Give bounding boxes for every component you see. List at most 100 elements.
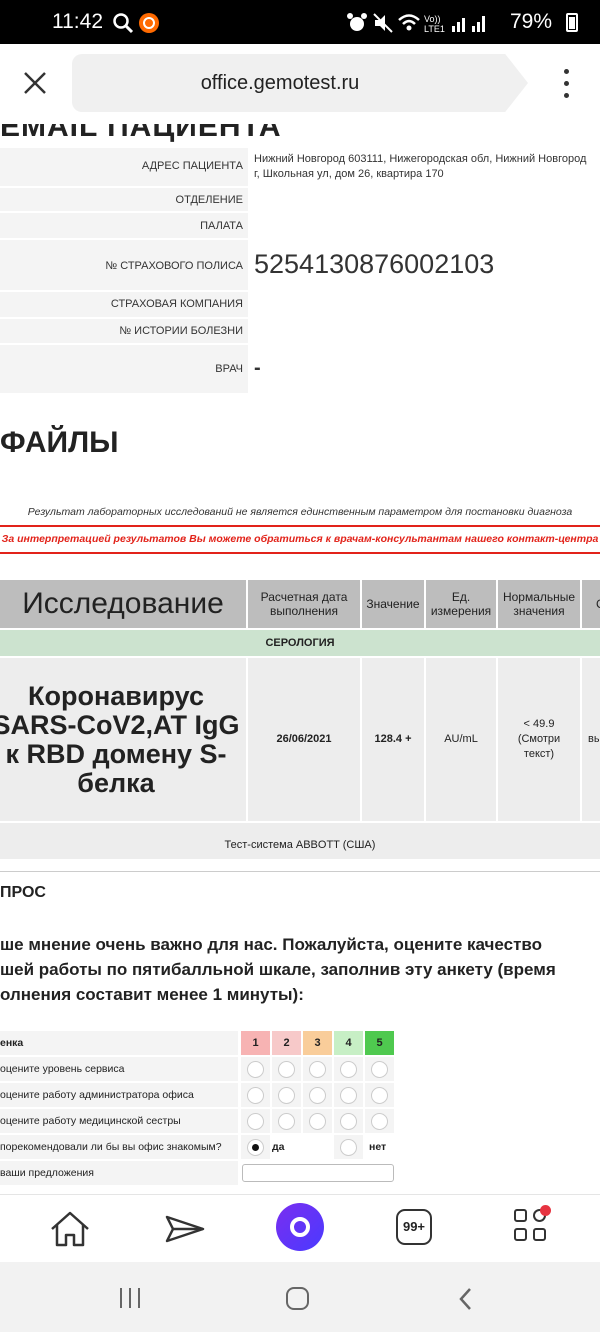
rating-radio-5[interactable] (371, 1086, 388, 1104)
suggestions-input[interactable] (242, 1164, 394, 1182)
divider (0, 871, 600, 872)
alarm-icon (347, 13, 367, 31)
close-icon (24, 72, 46, 94)
score-4-header: 4 (334, 1031, 363, 1055)
battery-icon (566, 13, 578, 32)
rating-radio-4[interactable] (340, 1060, 357, 1078)
poll-recommend-row: порекомендовали ли бы вы офис знакомым? … (0, 1135, 394, 1159)
doctor-row: ВРАЧ - (0, 345, 600, 395)
rating-radio-5[interactable] (371, 1112, 388, 1130)
home-icon[interactable] (48, 1207, 92, 1251)
poll-question-row: оцените уровень сервиса (0, 1057, 394, 1081)
search-icon (113, 13, 134, 34)
patient-address-label: АДРЕС ПАЦИЕНТА (141, 160, 243, 172)
result-value: 128.4 + (362, 658, 426, 821)
result-unit: AU/mL (426, 658, 498, 821)
col-header-norm: Нормальные значения (498, 580, 582, 628)
col-header-date: Расчетная дата выполнения (248, 580, 362, 628)
browser-bottom-nav: 99+ (0, 1194, 600, 1262)
rating-radio-1[interactable] (247, 1086, 264, 1104)
address-bar-url: office.gemotest.ru (200, 72, 360, 94)
col-header-study: Исследование (0, 580, 248, 628)
score-3-header: 3 (303, 1031, 332, 1055)
insurance-policy-row: № СТРАХОВОГО ПОЛИСА 5254130876002103 (0, 240, 600, 292)
rating-radio-3[interactable] (309, 1060, 326, 1078)
medical-history-label: № ИСТОРИИ БОЛЕЗНИ (119, 325, 243, 337)
files-heading: ФАЙЛЫ (0, 426, 119, 459)
doctor-value: - (248, 345, 600, 393)
question-admin-label: оцените работу администратора офиса (0, 1083, 238, 1107)
col-header-comment: С (582, 580, 600, 628)
poll-suggestions-row: ваши предложения (0, 1161, 394, 1185)
rating-radio-3[interactable] (309, 1086, 326, 1104)
insurance-policy-label: № СТРАХОВОГО ПОЛИСА (105, 260, 243, 272)
recommend-no-radio[interactable] (340, 1138, 357, 1156)
app-notification-icon (139, 13, 159, 33)
poll-header-row: енка 1 2 3 4 5 (0, 1031, 394, 1055)
home-nav-icon[interactable] (285, 1286, 311, 1312)
red-divider (0, 552, 600, 554)
status-bar: 11:42 Vo)) LTE1 79% (0, 0, 600, 44)
poll-header-label: енка (0, 1031, 238, 1055)
rating-radio-2[interactable] (278, 1060, 295, 1078)
department-label: ОТДЕЛЕНИЕ (175, 194, 243, 206)
insurance-company-label: СТРАХОВАЯ КОМПАНИЯ (110, 298, 243, 310)
rating-radio-1[interactable] (247, 1060, 264, 1078)
rating-radio-2[interactable] (278, 1112, 295, 1130)
insurance-company-row: СТРАХОВАЯ КОМПАНИЯ (0, 292, 600, 319)
page-content[interactable]: EMAIL ПАЦИЕНТА АДРЕС ПАЦИЕНТА Нижний Нов… (0, 124, 600, 1194)
ward-row: ПАЛАТА (0, 213, 600, 240)
medical-history-row: № ИСТОРИИ БОЛЕЗНИ (0, 319, 600, 345)
poll-intro-text: ше мнение очень важно для нас. Пожалуйст… (0, 935, 556, 1004)
rating-radio-4[interactable] (340, 1086, 357, 1104)
rating-radio-3[interactable] (309, 1112, 326, 1130)
mute-icon (373, 13, 393, 33)
result-norm: < 49.9 (Смотри текст) (498, 658, 582, 821)
send-icon[interactable] (163, 1207, 207, 1251)
more-dots-icon (564, 69, 569, 74)
department-row: ОТДЕЛЕНИЕ (0, 188, 600, 213)
close-tab-button[interactable] (20, 68, 50, 98)
insurance-policy-value: 5254130876002103 (248, 240, 600, 290)
notification-dot (540, 1205, 551, 1216)
rating-radio-1[interactable] (247, 1112, 264, 1130)
back-icon[interactable] (456, 1286, 476, 1312)
rating-radio-5[interactable] (371, 1060, 388, 1078)
patient-email-heading: EMAIL ПАЦИЕНТА (0, 124, 282, 143)
recommend-yes-radio[interactable] (247, 1138, 264, 1156)
poll-question-row: оцените работу администратора офиса (0, 1083, 394, 1107)
recent-apps-icon[interactable] (118, 1286, 142, 1310)
score-2-header: 2 (272, 1031, 301, 1055)
signal-icon (452, 16, 485, 32)
col-header-value: Значение (362, 580, 426, 628)
battery-percent: 79% (509, 10, 552, 33)
medical-history-value (248, 319, 600, 343)
department-value (248, 188, 600, 211)
patient-address-row: АДРЕС ПАЦИЕНТА Нижний Новгород 603111, Н… (0, 148, 600, 188)
services-menu-button[interactable] (514, 1205, 551, 1243)
result-date: 26/06/2021 (248, 658, 362, 821)
poll-question-row: оцените работу медицинской сестры (0, 1109, 394, 1133)
poll-heading: ПРОС (0, 884, 46, 901)
alice-assistant-button[interactable] (276, 1203, 324, 1251)
tabs-counter-button[interactable]: 99+ (396, 1209, 432, 1245)
insurance-company-value (248, 292, 600, 317)
disclaimer-text: Результат лабораторных исследований не я… (27, 506, 573, 518)
section-serology: СЕРОЛОГИЯ (0, 630, 600, 656)
more-menu-button[interactable] (564, 69, 570, 105)
red-divider (0, 525, 600, 527)
address-bar[interactable]: office.gemotest.ru (72, 54, 528, 112)
svg-text:LTE1: LTE1 (424, 24, 445, 34)
recommend-yes-label: да (272, 1141, 285, 1153)
patient-address-value: Нижний Новгород 603111, Нижегородская об… (248, 148, 600, 186)
browser-toolbar: office.gemotest.ru (0, 44, 600, 124)
rating-radio-2[interactable] (278, 1086, 295, 1104)
suggestions-label: ваши предложения (0, 1161, 238, 1185)
study-name: Коронавирус SARS-CoV2,AT IgG к RBD домен… (0, 658, 248, 821)
score-5-header: 5 (365, 1031, 394, 1055)
status-time: 11:42 (52, 10, 103, 33)
volte-icon: Vo)) LTE1 (424, 14, 445, 34)
question-recommend-label: порекомендовали ли бы вы офис знакомым? (0, 1135, 238, 1159)
rating-radio-4[interactable] (340, 1112, 357, 1130)
recommend-no-label: нет (369, 1141, 387, 1153)
